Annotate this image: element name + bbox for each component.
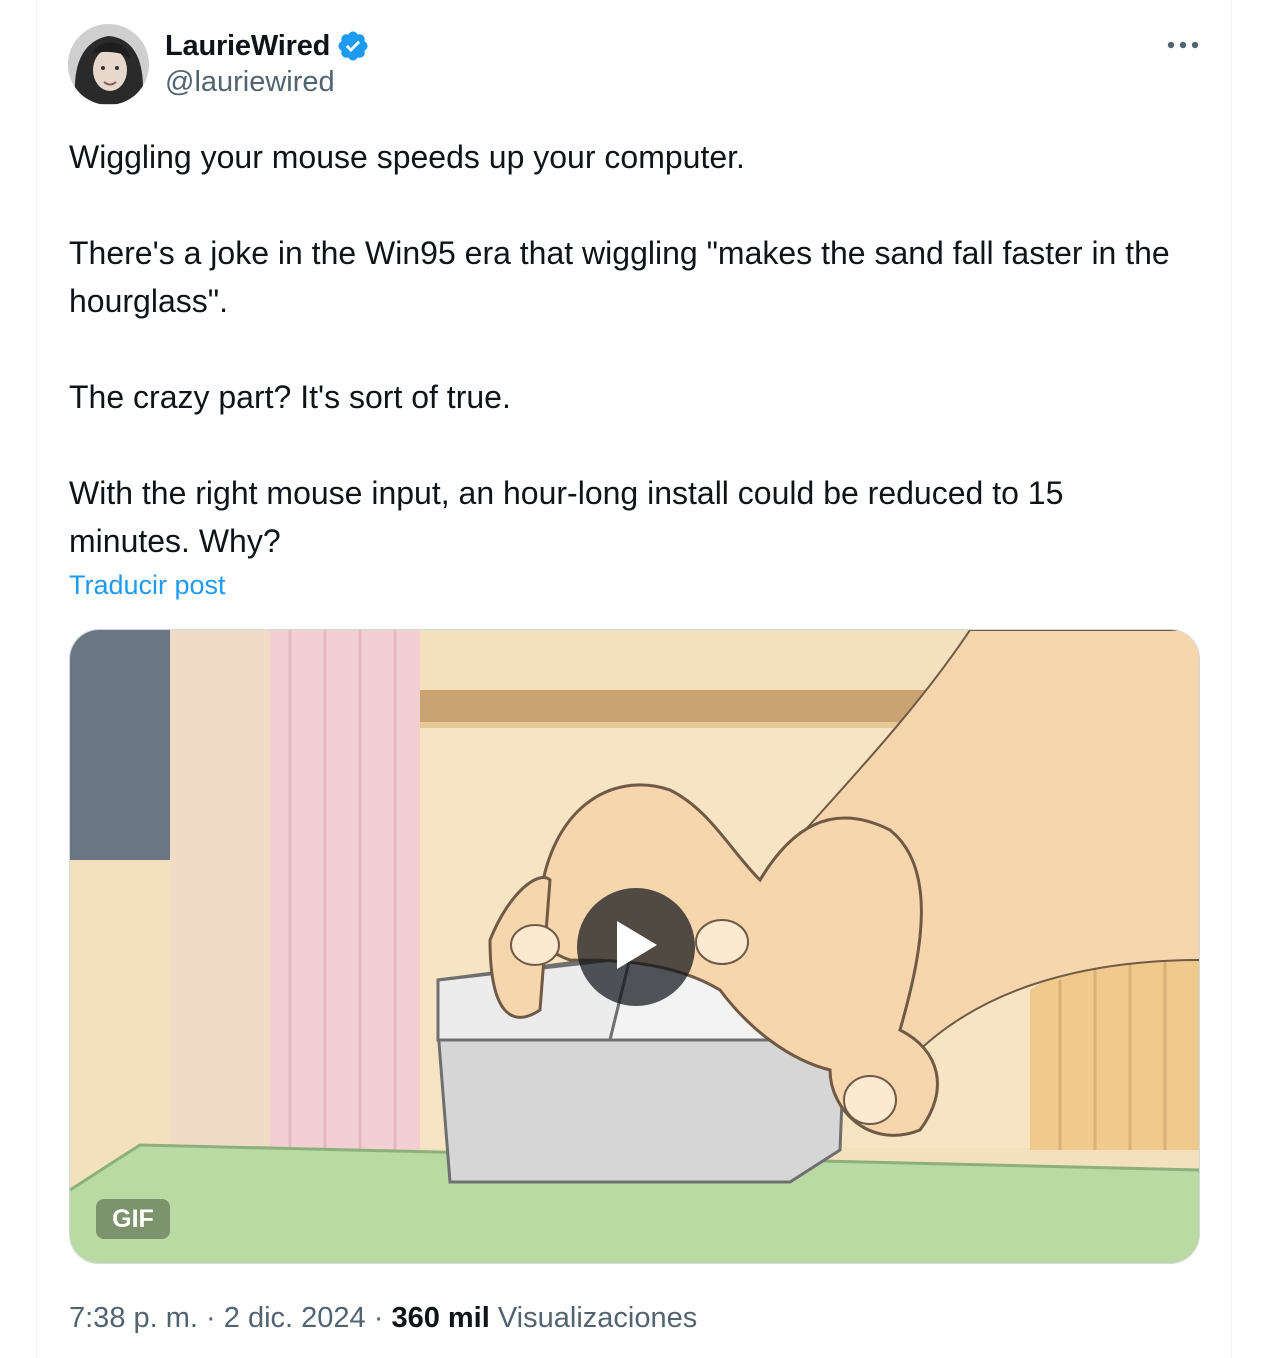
tweet-paragraph: The crazy part? It's sort of true. bbox=[69, 379, 511, 415]
views-count[interactable]: 360 mil bbox=[391, 1302, 489, 1335]
tweet-paragraph: With the right mouse input, an hour-long… bbox=[69, 475, 1064, 559]
tweet-text: Wiggling your mouse speeds up your compu… bbox=[69, 133, 1189, 565]
tweet-time[interactable]: 7:38 p. m. bbox=[69, 1302, 198, 1335]
play-button[interactable] bbox=[577, 888, 695, 1006]
play-icon bbox=[613, 919, 659, 976]
tweet-date[interactable]: 2 dic. 2024 bbox=[224, 1302, 366, 1335]
verified-badge-icon[interactable] bbox=[336, 29, 370, 63]
tweet-paragraph: Wiggling your mouse speeds up your compu… bbox=[69, 139, 745, 175]
views-label[interactable]: Visualizaciones bbox=[498, 1302, 697, 1335]
tweet-paragraph: There's a joke in the Win95 era that wig… bbox=[69, 235, 1170, 319]
tweet-meta: 7:38 p. m. · 2 dic. 2024 · 360 mil Visua… bbox=[69, 1298, 697, 1338]
more-dots-icon bbox=[1166, 40, 1200, 50]
translate-post-link[interactable]: Traducir post bbox=[69, 570, 226, 601]
author-name-row[interactable]: LaurieWired bbox=[165, 26, 370, 66]
author-handle[interactable]: @lauriewired bbox=[165, 66, 335, 99]
more-options-button[interactable] bbox=[1160, 28, 1206, 62]
gif-media[interactable]: GIF bbox=[69, 629, 1200, 1264]
avatar[interactable] bbox=[68, 24, 149, 105]
meta-separator: · bbox=[373, 1301, 384, 1334]
author-display-name[interactable]: LaurieWired bbox=[165, 30, 330, 63]
meta-separator: · bbox=[206, 1301, 216, 1334]
gif-badge: GIF bbox=[96, 1199, 170, 1239]
